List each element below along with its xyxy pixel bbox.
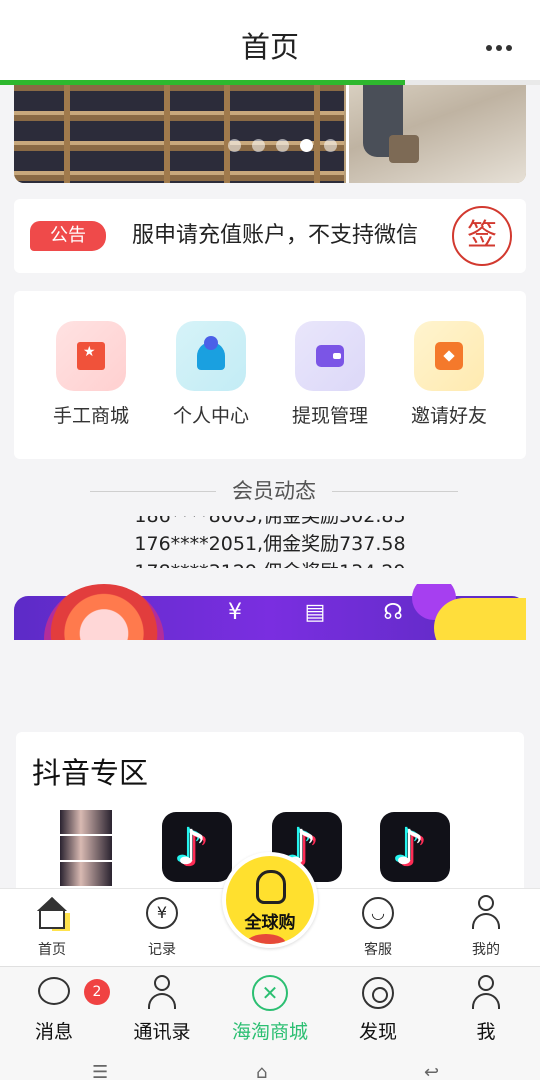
feed-row: 186****8005,佣金奖励302.85 bbox=[134, 516, 406, 527]
wechat-tab-bar: 消息 2 通讯录 ✕ 海淘商城 发现 我 bbox=[0, 966, 540, 1048]
announcement-text: 服申请充值账户，不支持微信 bbox=[132, 223, 419, 248]
system-home-icon[interactable]: ⌂ bbox=[256, 1062, 267, 1080]
more-menu-icon[interactable] bbox=[486, 36, 516, 51]
recent-apps-icon[interactable]: ☰ bbox=[92, 1062, 108, 1080]
tab-label: 消息 bbox=[34, 1021, 73, 1043]
document-icon: ▤ bbox=[304, 600, 326, 625]
message-icon bbox=[36, 975, 72, 1011]
member-feed-heading: 会员动态 bbox=[232, 479, 316, 503]
mascot-mouse-image bbox=[44, 584, 164, 640]
headset-icon: ☊ bbox=[383, 600, 403, 625]
announcement-marquee: 服申请充值账户，不支持微信 bbox=[132, 217, 448, 255]
wechat-tab-haitao-mall[interactable]: ✕ 海淘商城 bbox=[220, 975, 320, 1044]
tab-label: 我的 bbox=[472, 942, 500, 958]
tab-label: 通讯录 bbox=[133, 1021, 191, 1043]
feed-row: 178****3129,佣金奖励134.29 bbox=[100, 558, 440, 568]
haitao-mall-icon: ✕ bbox=[252, 975, 288, 1011]
profile-icon bbox=[468, 895, 504, 931]
wechat-tab-me[interactable]: 我 bbox=[436, 975, 536, 1044]
menu-item-label: 提现管理 bbox=[291, 405, 368, 427]
banner-image-store-shelf bbox=[14, 85, 344, 183]
home-icon bbox=[34, 895, 70, 931]
carousel-dots[interactable] bbox=[228, 137, 348, 156]
menu-item-withdraw[interactable]: 提现管理 bbox=[275, 321, 385, 428]
menu-item-label: 邀请好友 bbox=[410, 405, 487, 427]
invite-bag-icon bbox=[414, 321, 484, 391]
wechat-tab-contacts[interactable]: 通讯录 bbox=[112, 975, 212, 1044]
wechat-tab-discover[interactable]: 发现 bbox=[328, 975, 428, 1044]
menu-item-label: 个人中心 bbox=[172, 405, 249, 427]
tab-label: 首页 bbox=[38, 942, 66, 958]
page-title: 首页 bbox=[240, 30, 299, 64]
tap-hand-icon bbox=[256, 870, 286, 904]
quick-menu: 手工商城 个人中心 提现管理 邀请好友 bbox=[14, 291, 526, 459]
wallet-icon bbox=[295, 321, 365, 391]
promo-banner[interactable]: ¥ ▤ ☊ bbox=[8, 584, 526, 640]
douyin-section-title: 抖音专区 bbox=[32, 756, 149, 790]
mall-bookmark-icon bbox=[56, 321, 126, 391]
tab-label: 我 bbox=[476, 1021, 496, 1043]
title-bar: 首页 bbox=[0, 0, 540, 82]
tiktok-app-icon[interactable]: ♪ bbox=[380, 812, 450, 882]
carousel-dot[interactable] bbox=[276, 139, 289, 152]
wechat-tab-messages[interactable]: 消息 2 bbox=[4, 975, 110, 1044]
tab-label: 记录 bbox=[148, 942, 176, 958]
carousel-dot[interactable] bbox=[228, 139, 241, 152]
carousel-dot[interactable] bbox=[252, 139, 265, 152]
menu-item-handcraft-mall[interactable]: 手工商城 bbox=[36, 321, 146, 428]
sign-in-button[interactable]: 签 bbox=[452, 206, 512, 266]
banner-carousel[interactable] bbox=[14, 85, 526, 183]
announcement-tag: 公告 bbox=[30, 221, 106, 251]
tiktok-app-icon[interactable]: ♪ bbox=[162, 812, 232, 882]
tab-records[interactable]: ¥ 记录 bbox=[122, 895, 202, 959]
banner-image-shopper bbox=[346, 85, 526, 183]
global-shopping-label: 全球购 bbox=[244, 913, 296, 933]
contacts-icon bbox=[144, 975, 180, 1011]
tab-home[interactable]: 首页 bbox=[12, 895, 92, 959]
menu-item-invite[interactable]: 邀请好友 bbox=[394, 321, 504, 428]
tab-label: 海淘商城 bbox=[231, 1021, 308, 1043]
tab-customer-service[interactable]: ◡ 客服 bbox=[338, 895, 418, 959]
tab-label: 发现 bbox=[358, 1021, 397, 1043]
yen-record-icon: ¥ bbox=[144, 895, 180, 931]
douyin-thumbnail[interactable] bbox=[60, 810, 112, 890]
unread-badge: 2 bbox=[84, 979, 110, 1005]
system-back-icon[interactable]: ↩ bbox=[424, 1062, 439, 1080]
discover-icon bbox=[360, 975, 396, 1011]
carousel-dot-active[interactable] bbox=[300, 139, 313, 152]
system-nav-bar: ☰ ⌂ ↩ bbox=[0, 1048, 540, 1080]
menu-item-personal-center[interactable]: 个人中心 bbox=[156, 321, 266, 428]
promo-cta-button[interactable] bbox=[434, 598, 526, 640]
member-feed-title: 会员动态 bbox=[90, 476, 458, 506]
global-shopping-button[interactable]: 全球购 bbox=[222, 852, 318, 948]
announcement-bar[interactable]: 公告 服申请充值账户，不支持微信 签 bbox=[14, 199, 526, 273]
carousel-dot[interactable] bbox=[324, 139, 337, 152]
menu-item-label: 手工商城 bbox=[52, 405, 129, 427]
tab-mine[interactable]: 我的 bbox=[446, 895, 526, 959]
tab-label: 客服 bbox=[364, 942, 392, 958]
chat-service-icon: ◡ bbox=[360, 895, 396, 931]
member-feed-ticker: 186****8005,佣金奖励302.85 176****2051,佣金奖励7… bbox=[100, 516, 440, 568]
feed-row: 176****2051,佣金奖励737.58 bbox=[134, 533, 406, 555]
user-center-icon bbox=[176, 321, 246, 391]
yen-hand-icon: ¥ bbox=[228, 600, 242, 625]
me-icon bbox=[468, 975, 504, 1011]
